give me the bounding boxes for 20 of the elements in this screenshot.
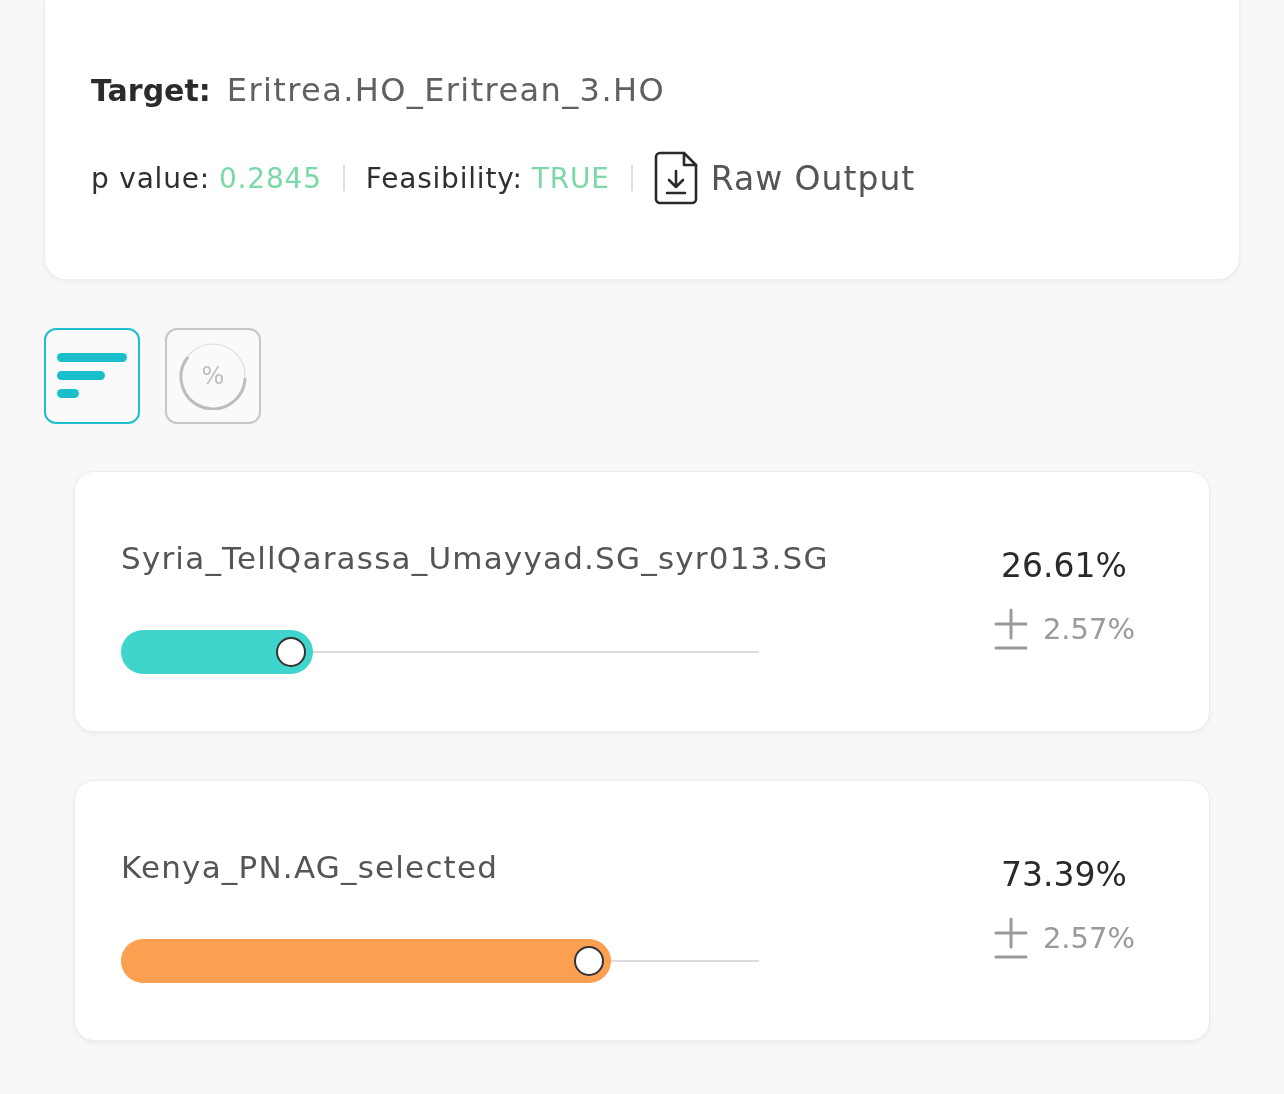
percentage-value: 73.39% <box>1001 854 1127 896</box>
bar-list-toggle[interactable] <box>44 328 140 424</box>
source-name: Kenya_PN.AG_selected <box>121 848 500 887</box>
p-value: 0.2845 <box>219 161 322 195</box>
target-value: Eritrea.HO_Eritrean_3.HO <box>226 71 665 109</box>
feasibility-value: TRUE <box>531 161 610 195</box>
raw-output-button[interactable]: Raw Output <box>653 151 916 205</box>
error-value: 2.57% <box>1042 921 1136 955</box>
p-value-label: p value: <box>91 161 210 195</box>
plus-minus-icon <box>992 917 1029 959</box>
slider-track[interactable] <box>121 939 759 983</box>
source-name: Syria_TellQarassa_Umayyad.SG_syr013.SG <box>121 539 829 578</box>
feasibility-label: Feasibility: <box>365 161 523 195</box>
bars-icon <box>57 353 127 399</box>
ring-icon <box>179 342 247 410</box>
percentage-value: 26.61% <box>1001 545 1127 587</box>
target-label: Target: <box>91 72 211 108</box>
error-value: 2.57% <box>1042 612 1136 646</box>
plus-minus-icon <box>992 608 1029 650</box>
file-download-icon <box>653 151 698 205</box>
